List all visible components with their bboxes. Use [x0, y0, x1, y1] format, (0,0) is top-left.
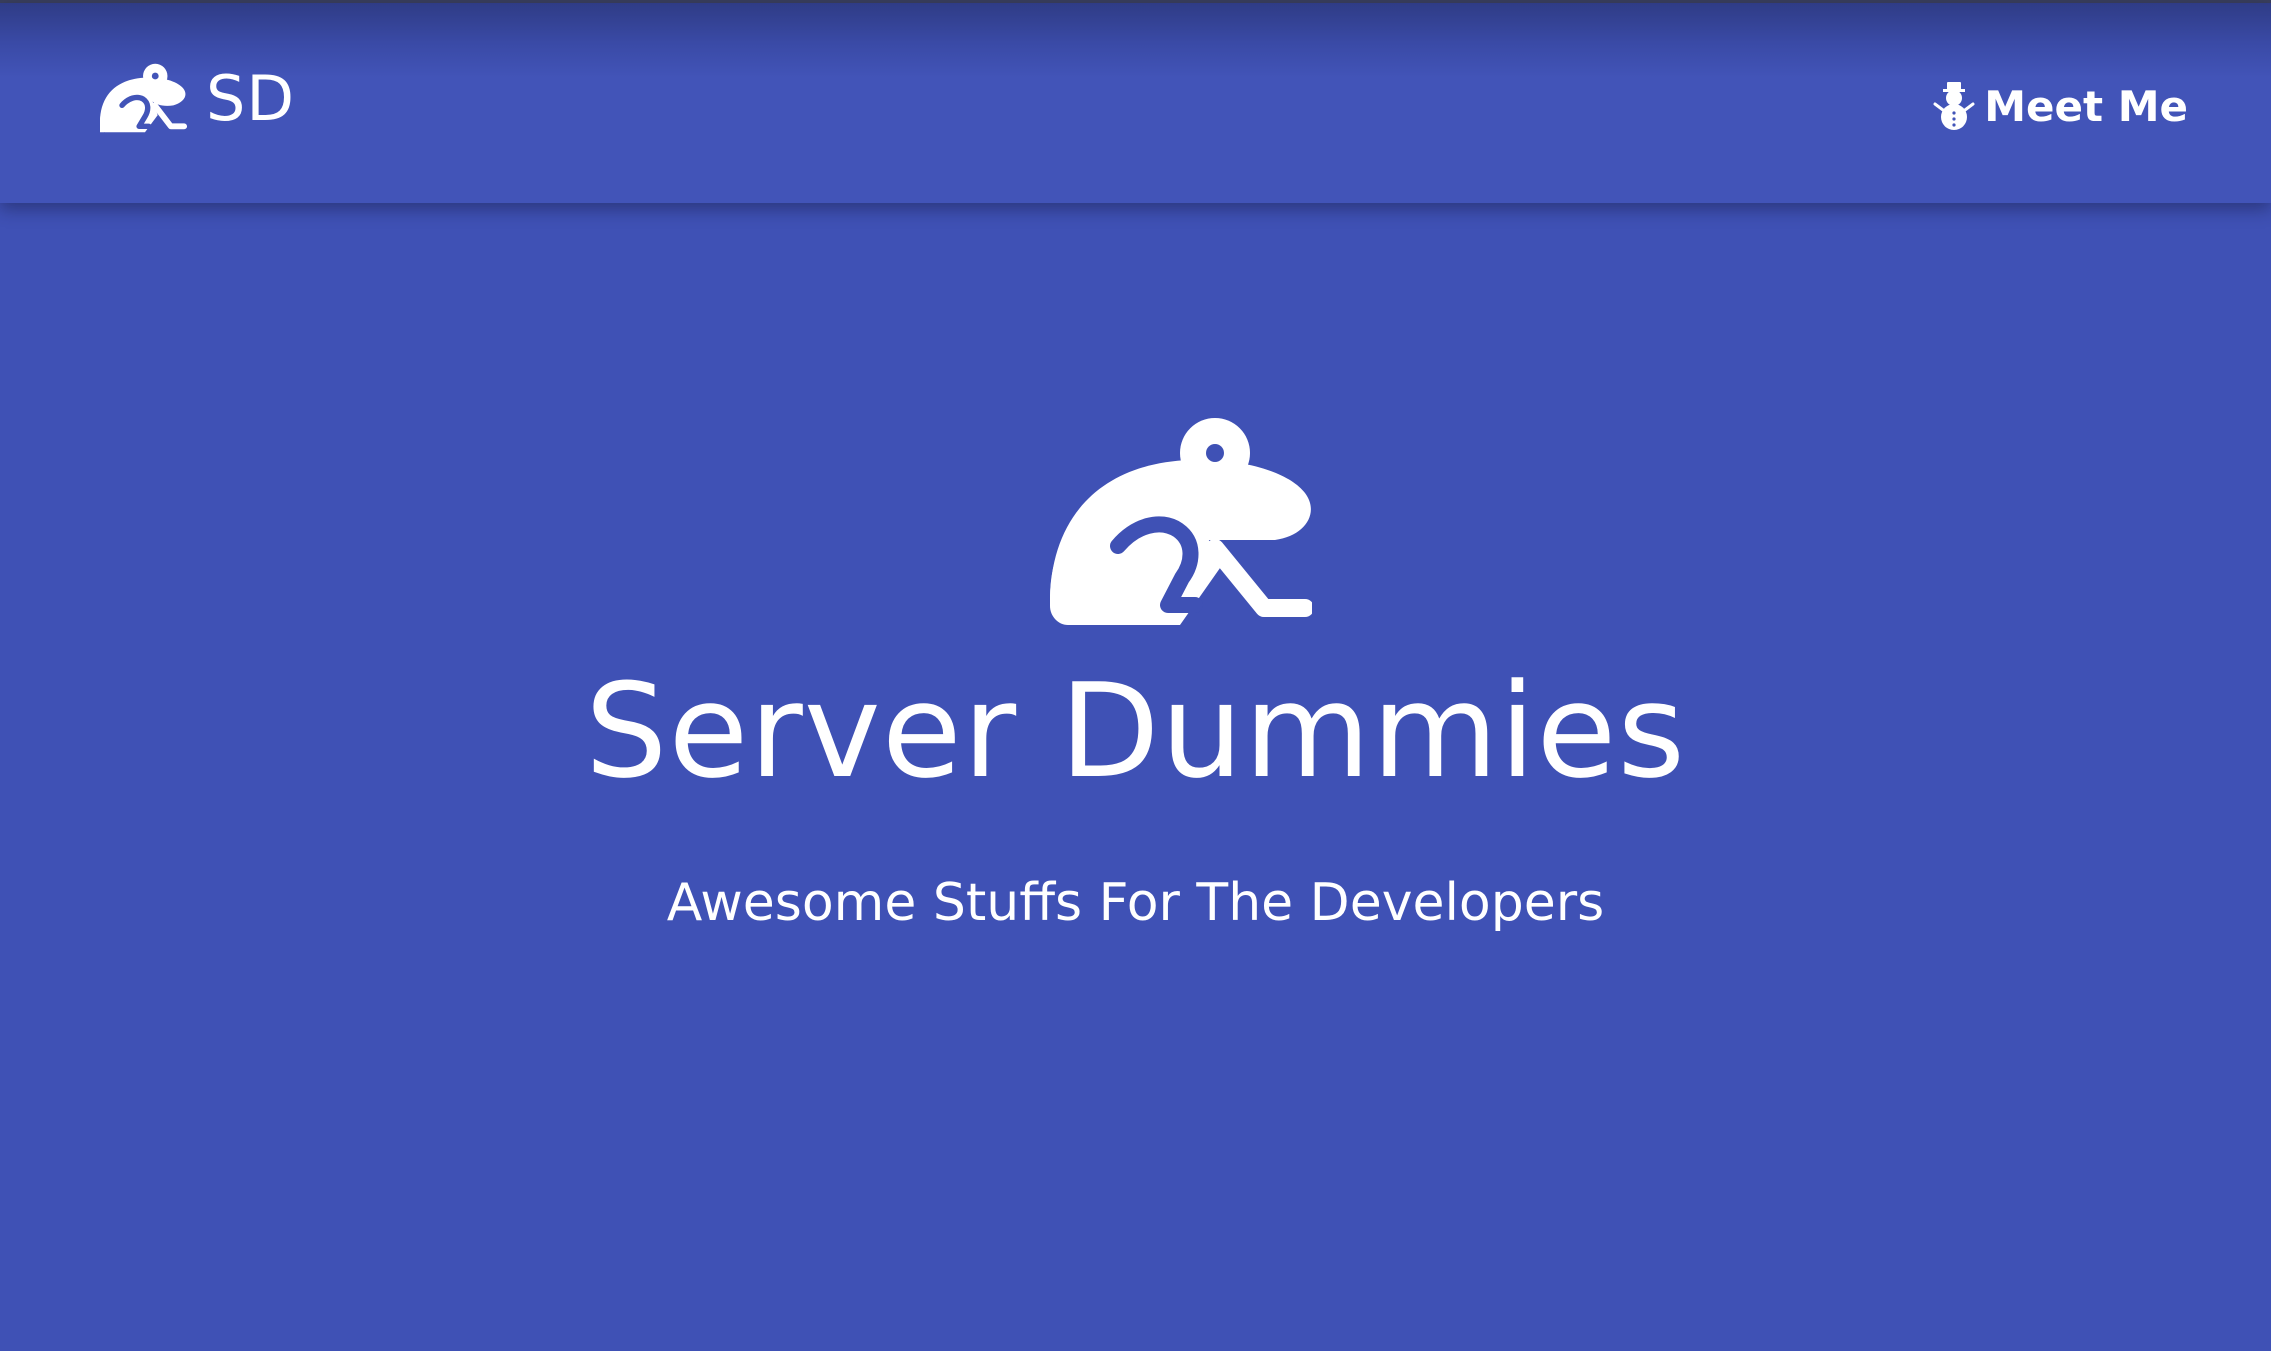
snowman-icon: [1932, 80, 1976, 132]
hero-title: Server Dummies: [584, 655, 1687, 807]
brand-text: SD: [206, 61, 296, 135]
brand-home-link[interactable]: SD: [100, 61, 296, 135]
frog-icon: [1050, 418, 1312, 625]
frog-logo-icon: [100, 63, 188, 133]
hero-subtitle: Awesome Stuffs For The Developers: [666, 873, 1605, 933]
hero-section: Server Dummies Awesome Stuffs For The De…: [0, 203, 2271, 1351]
meet-me-label: Meet Me: [1984, 81, 2188, 131]
meet-me-link[interactable]: Meet Me: [1932, 78, 2188, 134]
top-navbar: SD Meet Me: [0, 3, 2271, 203]
